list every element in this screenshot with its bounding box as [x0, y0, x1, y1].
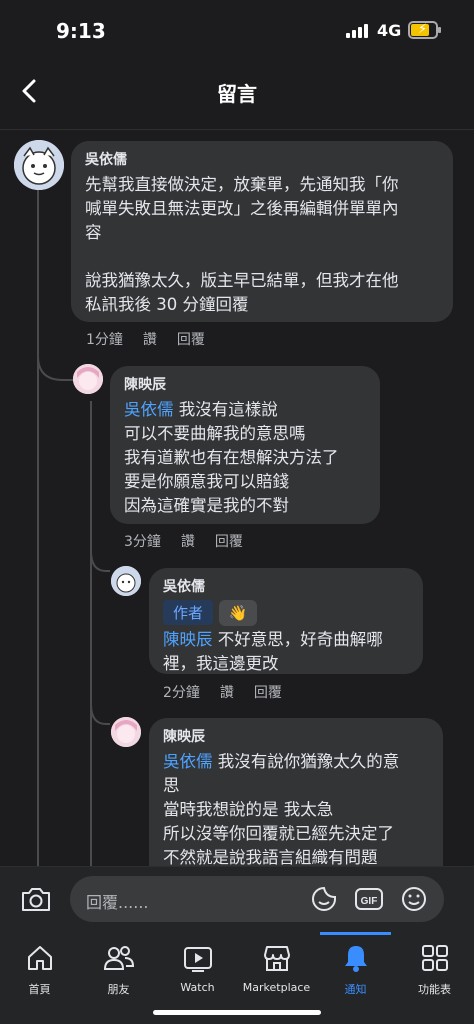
reply-button[interactable]: 回覆 — [215, 531, 243, 551]
comment-actions: 2分鐘 讚 回覆 — [163, 682, 282, 702]
thread-line-nested — [90, 401, 92, 866]
comment-time: 2分鐘 — [163, 685, 200, 701]
reply-button[interactable]: 回覆 — [254, 682, 282, 702]
like-button[interactable]: 讚 — [143, 329, 157, 349]
camera-button[interactable] — [20, 884, 52, 918]
reply-composer: 回覆...... GIF — [0, 866, 474, 932]
tab-home[interactable]: 首頁 — [0, 942, 79, 997]
tab-label: Watch — [180, 981, 215, 994]
comment-author[interactable]: 吳依儒 — [85, 149, 439, 169]
comment-text: 先幫我直接做決定，放棄單，先通知我「你 喊單失敗且無法更改」之後再編輯併單單內 … — [85, 175, 399, 314]
reply-button[interactable]: 回覆 — [177, 329, 205, 349]
watch-icon — [183, 947, 212, 972]
bell-icon — [344, 946, 367, 972]
comment-bubble[interactable]: 陳映辰 吳依儒 我沒有這樣說 可以不要曲解我的意思嗎 我有道歉也有在想解決方法了… — [110, 366, 380, 524]
camera-icon — [22, 888, 50, 911]
comment-text: 吳依儒 我沒有這樣說 可以不要曲解我的意思嗎 我有道歉也有在想解決方法了 要是你… — [124, 398, 366, 518]
author-badge-row: 作者 👋 — [163, 600, 409, 626]
home-icon — [27, 946, 52, 970]
tab-label: 首頁 — [28, 983, 51, 996]
comment-author[interactable]: 陳映辰 — [124, 374, 366, 394]
comment-author[interactable]: 吳依儒 — [163, 576, 409, 596]
top-header: 留言 — [0, 60, 474, 130]
mention-link[interactable]: 陳映辰 — [163, 630, 213, 649]
wave-icon[interactable]: 👋 — [219, 600, 258, 626]
sticker-icon — [312, 886, 336, 911]
status-bar: 9:13 4G ⚡ — [0, 0, 474, 60]
signal-icon — [346, 24, 368, 38]
comment-text: 吳依儒 我沒有說你猶豫太久的意 思 當時我想說的是 我太急 所以沒等你回覆就已經… — [163, 750, 429, 866]
avatar[interactable] — [73, 364, 103, 394]
thread-connector — [90, 704, 110, 725]
comment-time: 1分鐘 — [86, 332, 123, 348]
friends-icon — [103, 946, 134, 970]
emoji-icon — [402, 887, 426, 911]
avatar-image — [111, 566, 141, 596]
battery-icon: ⚡ — [408, 21, 441, 39]
tab-friends[interactable]: 朋友 — [79, 942, 158, 997]
tab-marketplace[interactable]: Marketplace — [237, 942, 316, 994]
page-title: 留言 — [217, 82, 257, 106]
avatar-image — [14, 140, 64, 190]
comment-bubble[interactable]: 陳映辰 吳依儒 我沒有說你猶豫太久的意 思 當時我想說的是 我太急 所以沒等你回… — [149, 718, 443, 866]
comment-bubble[interactable]: 吳依儒 先幫我直接做決定，放棄單，先通知我「你 喊單失敗且無法更改」之後再編輯併… — [71, 141, 453, 322]
avatar-image — [73, 364, 103, 394]
like-button[interactable]: 讚 — [181, 531, 195, 551]
comment-actions: 1分鐘 讚 回覆 — [86, 329, 205, 349]
avatar-image — [111, 717, 141, 747]
tab-notifications[interactable]: 通知 — [316, 932, 395, 997]
tab-label: 朋友 — [107, 983, 130, 996]
comment-thread[interactable]: 吳依儒 先幫我直接做決定，放棄單，先通知我「你 喊單失敗且無法更改」之後再編輯併… — [0, 131, 474, 866]
like-button[interactable]: 讚 — [220, 682, 234, 702]
tab-menu[interactable]: 功能表 — [395, 942, 474, 997]
avatar[interactable] — [111, 566, 141, 596]
tab-watch[interactable]: Watch — [158, 942, 237, 994]
thread-line — [37, 189, 39, 866]
status-time: 9:13 — [56, 19, 106, 43]
mention-link[interactable]: 吳依儒 — [163, 752, 213, 771]
reply-input[interactable]: 回覆...... GIF — [70, 876, 444, 922]
comment-time: 3分鐘 — [124, 534, 161, 550]
avatar[interactable] — [111, 717, 141, 747]
home-indicator[interactable] — [153, 1010, 321, 1015]
mention-link[interactable]: 吳依儒 — [124, 400, 174, 419]
menu-grid-icon — [421, 945, 448, 971]
tab-label: 通知 — [344, 983, 367, 996]
gif-icon: GIF — [355, 888, 383, 910]
avatar[interactable] — [14, 140, 64, 190]
thread-connector — [90, 551, 110, 572]
network-label: 4G — [377, 21, 402, 40]
tab-label: 功能表 — [418, 983, 451, 996]
comment-bubble[interactable]: 吳依儒 作者 👋 陳映辰 不好意思，好奇曲解哪 裡，我這邊更改 — [149, 568, 423, 674]
comment-actions: 3分鐘 讚 回覆 — [124, 531, 243, 551]
svg-text:GIF: GIF — [361, 896, 378, 907]
emoji-button[interactable] — [400, 885, 428, 917]
tab-label: Marketplace — [242, 981, 311, 994]
marketplace-icon — [263, 946, 290, 971]
comment-text: 陳映辰 不好意思，好奇曲解哪 裡，我這邊更改 — [163, 628, 409, 676]
gif-button[interactable]: GIF — [354, 885, 384, 917]
comment-author[interactable]: 陳映辰 — [163, 726, 429, 746]
reply-placeholder: 回覆...... — [86, 893, 149, 912]
author-badge: 作者 — [163, 600, 214, 625]
sticker-button[interactable] — [310, 885, 338, 917]
thread-connector — [37, 356, 77, 381]
